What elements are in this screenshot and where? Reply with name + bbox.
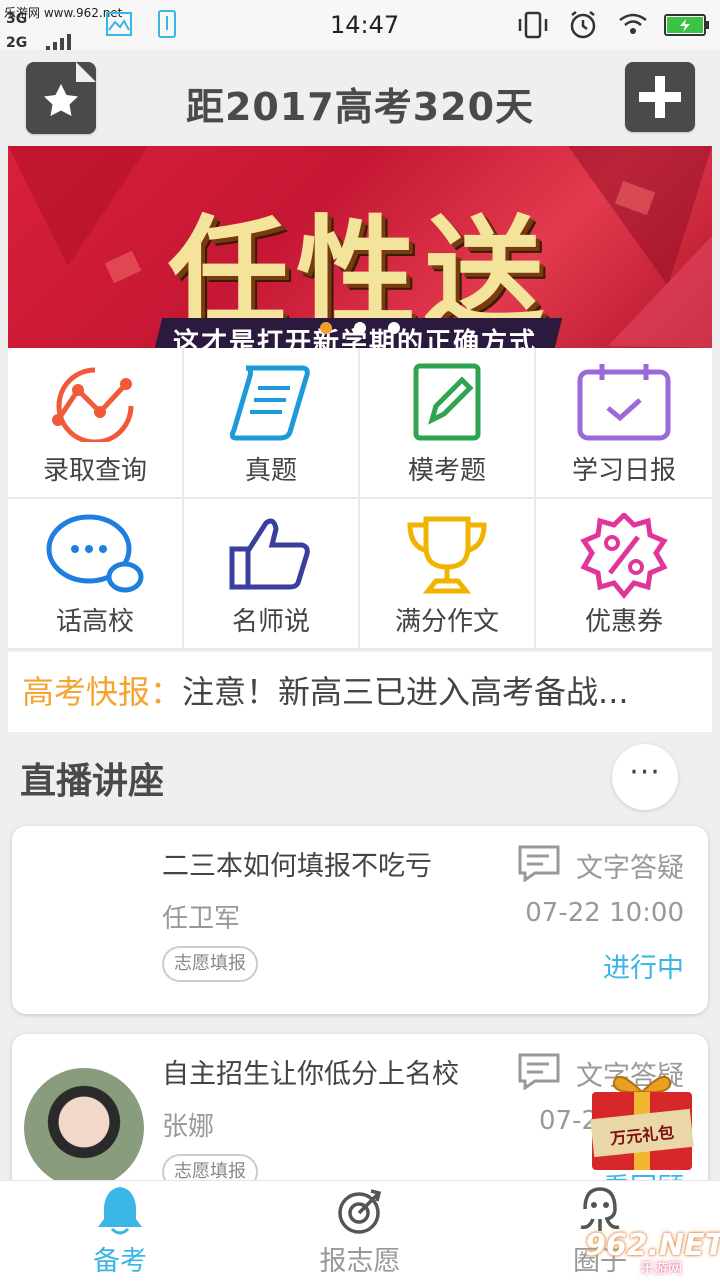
- lecture-title: 自主招生让你低分上名校: [162, 1059, 459, 1090]
- feature-coupons[interactable]: 优惠券: [536, 499, 712, 650]
- add-button[interactable]: [625, 62, 695, 132]
- lecture-time: 07-22 10:00: [525, 898, 684, 928]
- feature-label: 满分作文: [394, 607, 499, 637]
- carousel-dot-2[interactable]: [354, 322, 366, 334]
- vibrate-icon: [516, 11, 550, 43]
- usb-icon: [156, 10, 178, 42]
- network-2g-label: 2G: [6, 35, 28, 51]
- text-qa-icon: [517, 1052, 561, 1094]
- lecture-author: 张娜: [162, 1112, 215, 1142]
- battery-icon: [664, 14, 710, 40]
- alarm-icon: [568, 10, 598, 44]
- lecture-tag: 志愿填报: [162, 946, 258, 982]
- plus-icon: [639, 76, 681, 118]
- feature-daily-study[interactable]: 学习日报: [536, 348, 712, 499]
- news-text: 注意！新高三已进入高考备战...: [182, 673, 629, 711]
- feature-label: 名师说: [231, 607, 310, 637]
- bell-icon: [98, 1187, 142, 1235]
- network-3g-label: 3G: [6, 11, 28, 27]
- calendar-check-icon: [577, 364, 671, 441]
- feature-past-papers[interactable]: 真题: [184, 348, 360, 499]
- more-button[interactable]: ···: [612, 744, 678, 810]
- feature-label: 模考题: [407, 456, 486, 486]
- feature-teachers-say[interactable]: 名师说: [184, 499, 360, 650]
- wifi-icon: [618, 12, 648, 40]
- news-ticker[interactable]: 高考快报：注意！新高三已进入高考备战...: [8, 652, 712, 732]
- lecture-type: 文字答疑: [576, 853, 684, 884]
- status-bar: 乐游网 www.962.net 3G 2G 14:47: [0, 0, 720, 52]
- scroll-icon: [229, 365, 310, 441]
- feature-talk-colleges[interactable]: 话高校: [8, 499, 184, 650]
- feature-label: 优惠券: [584, 607, 663, 637]
- target-icon: [338, 1189, 382, 1234]
- section-title: 直播讲座: [20, 761, 165, 802]
- image-notification-icon: [106, 12, 132, 40]
- lecture-status[interactable]: 进行中: [603, 946, 684, 985]
- thumbs-up-icon: [229, 518, 310, 590]
- lecture-card[interactable]: 二三本如何填报不吃亏 任卫军 志愿填报 文字答疑 07-22 10:00 进行中: [12, 826, 708, 1014]
- nav-apply[interactable]: 报志愿: [240, 1181, 480, 1281]
- feature-label: 学习日报: [571, 456, 676, 486]
- trend-chart-icon: [52, 367, 134, 442]
- avatar: [24, 1068, 144, 1188]
- trophy-icon: [407, 516, 487, 594]
- lecture-author: 任卫军: [162, 904, 241, 934]
- carousel-dot-1[interactable]: [320, 322, 332, 334]
- feature-admission-query[interactable]: 录取查询: [8, 348, 184, 499]
- feature-grid: 录取查询 真题 模考题 学习日报 话高校 名师说 满分作文 优惠券: [8, 348, 712, 650]
- percent-badge-icon: [580, 513, 668, 599]
- top-header: 距2017高考320天: [0, 50, 720, 146]
- gift-package-button[interactable]: 万元礼包: [588, 1068, 696, 1172]
- text-qa-icon: [517, 844, 561, 886]
- promo-banner[interactable]: 任性送 这才是打开新学期的正确方式: [8, 146, 712, 348]
- lecture-title: 二三本如何填报不吃亏: [162, 851, 432, 882]
- news-tag: 高考快报：: [22, 673, 183, 711]
- feature-label: 话高校: [55, 607, 134, 637]
- nav-label: 报志愿: [319, 1246, 401, 1277]
- nav-label: 备考: [93, 1246, 147, 1277]
- feature-mock-exam[interactable]: 模考题: [360, 348, 536, 499]
- feature-label: 真题: [244, 456, 297, 486]
- carousel-dot-3[interactable]: [388, 322, 400, 334]
- clock: 14:47: [330, 11, 400, 39]
- feature-full-marks-essay[interactable]: 满分作文: [360, 499, 536, 650]
- edit-icon: [413, 363, 481, 441]
- feature-label: 录取查询: [42, 456, 147, 486]
- page-title: 距2017高考320天: [185, 85, 535, 129]
- site-watermark-sub: 乐游网: [640, 1261, 682, 1277]
- nav-prepare[interactable]: 备考: [0, 1181, 240, 1281]
- chat-bubbles-icon: [46, 514, 144, 593]
